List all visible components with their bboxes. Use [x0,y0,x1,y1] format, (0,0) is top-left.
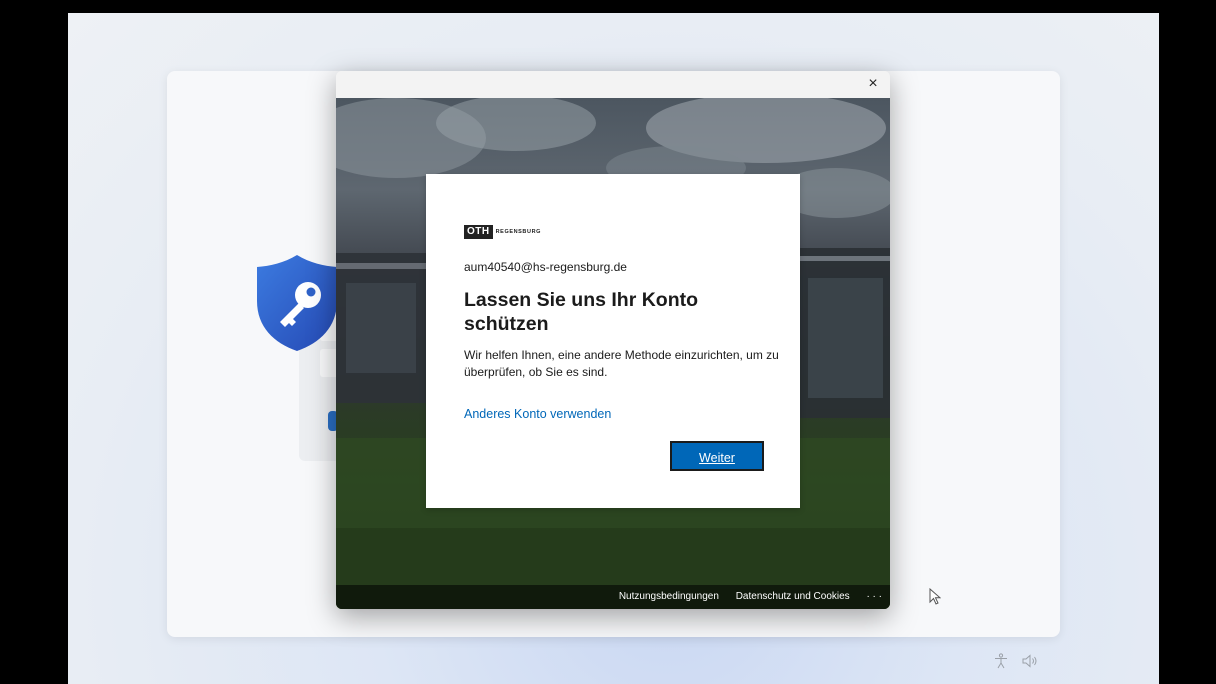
login-panel: OTH REGENSBURG aum40540@hs-regensburg.de… [426,174,800,508]
page-description: Wir helfen Ihnen, eine andere Methode ei… [464,348,779,379]
dialog-titlebar: × [336,71,890,98]
more-options-button[interactable]: · · · [866,591,882,602]
privacy-link[interactable]: Datenschutz und Cookies [736,591,850,602]
close-icon[interactable]: × [860,72,886,96]
use-other-account-link[interactable]: Anderes Konto verwenden [464,407,611,421]
logo-mark: OTH [464,225,493,239]
mouse-cursor-icon [929,588,941,605]
volume-icon[interactable] [1022,654,1040,668]
accessibility-icon[interactable] [993,653,1009,669]
logo-text: REGENSBURG [495,229,542,235]
sign-in-dialog: × Nutzungsbedingungen Datenschutz und Co… [336,71,890,609]
page-title: Lassen Sie uns Ihr Konto schützen [464,289,699,335]
oobe-screen: × Nutzungsbedingungen Datenschutz und Co… [68,13,1159,684]
next-button[interactable]: Weiter [670,441,764,471]
account-email: aum40540@hs-regensburg.de [464,260,627,274]
terms-link[interactable]: Nutzungsbedingungen [619,591,719,602]
dialog-footer: Nutzungsbedingungen Datenschutz und Cook… [336,585,890,609]
oth-logo: OTH REGENSBURG [464,225,541,239]
shield-key-icon [257,255,337,351]
